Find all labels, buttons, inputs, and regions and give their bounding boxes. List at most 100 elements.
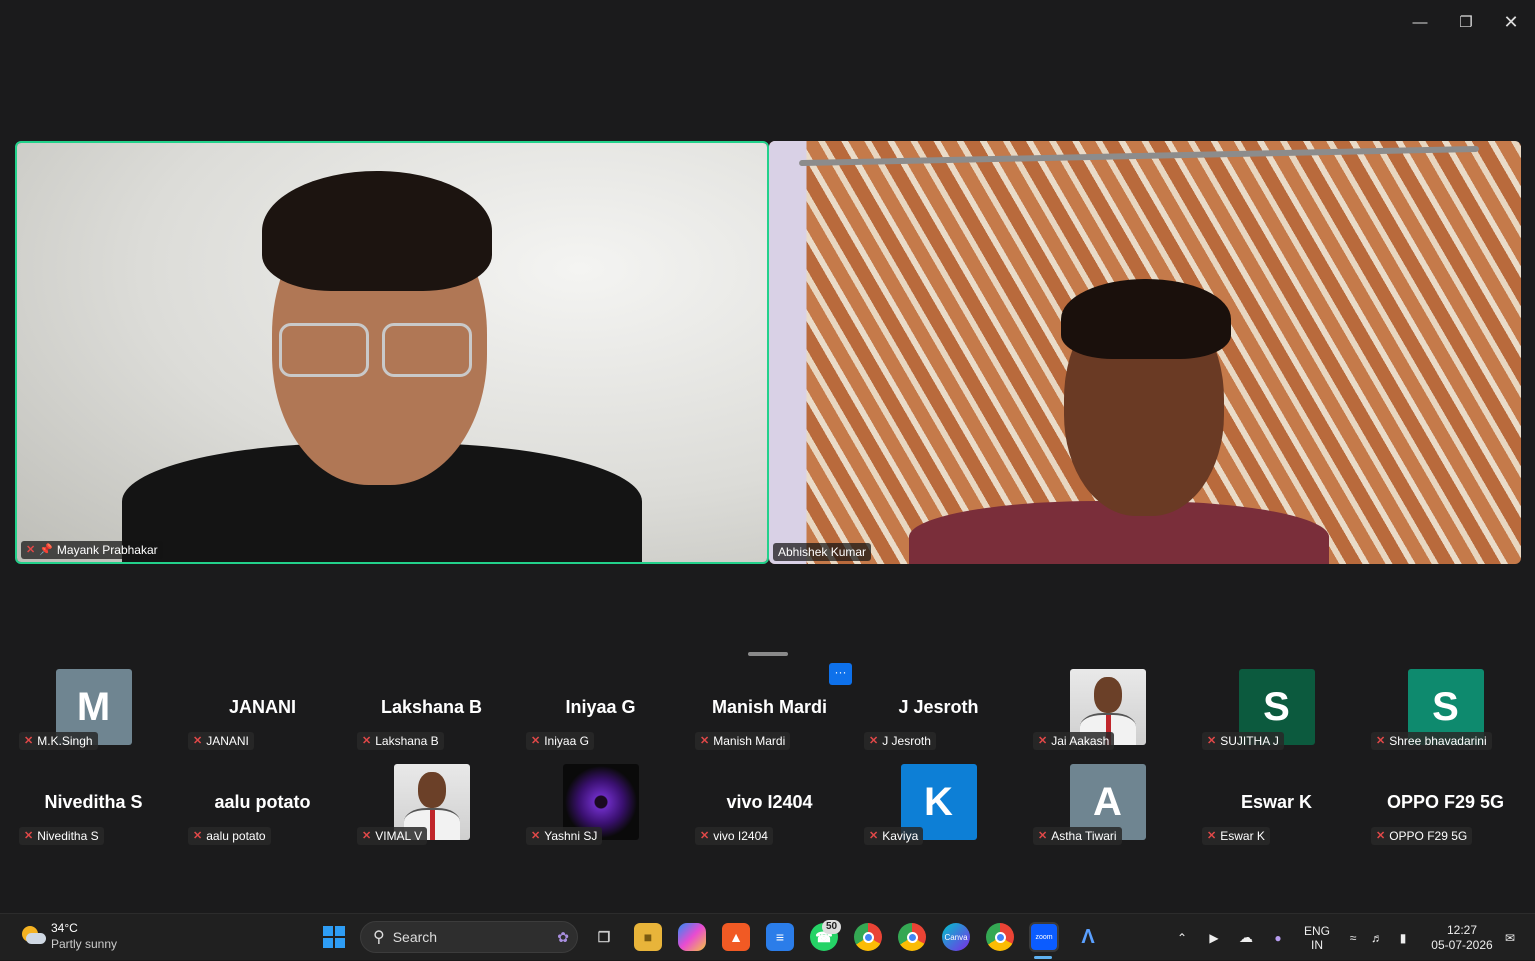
search-label: Search	[392, 929, 438, 945]
tray-app-icon[interactable]: ▶	[1202, 914, 1226, 961]
participant-name-tag: ✕ VIMAL V	[357, 827, 428, 845]
mic-muted-icon: ✕	[1376, 735, 1386, 747]
participant-name-tag: ✕ Astha Tiwari	[1033, 827, 1122, 845]
mic-muted-icon: ✕	[1038, 735, 1048, 747]
copilot-icon[interactable]	[678, 923, 706, 951]
chrome-profile-3-icon[interactable]	[986, 923, 1014, 951]
speaker-name: Mayank Prabhakar	[56, 543, 158, 557]
gallery-resize-handle[interactable]	[748, 652, 788, 656]
video-tile-mayank[interactable]: ✕ 📌 Mayank Prabhakar	[15, 141, 769, 564]
participant-name-tag: ✕ Niveditha S	[19, 827, 104, 845]
participant-name-tag: ✕ JANANI	[188, 732, 254, 750]
mic-muted-icon: ✕	[24, 830, 34, 842]
weather-desc[interactable]: Partly sunny	[51, 937, 117, 951]
search-icon: ⚲	[373, 929, 385, 946]
clock-date: 05-07-2026	[1431, 937, 1493, 952]
participant-name: VIMAL V	[375, 829, 423, 843]
mic-muted-icon: ✕	[869, 735, 879, 747]
taskbar-search[interactable]: ⚲ Search ✿	[360, 921, 578, 953]
participant-tile[interactable]: Manish Mardi ✕ Manish Mardi	[685, 668, 854, 761]
participant-name-tag: ✕ Iniyaa G	[526, 732, 594, 750]
participant-tile[interactable]: Niveditha S ✕ Niveditha S	[9, 763, 178, 856]
participant-name-tag: ✕ M.K.Singh	[19, 732, 98, 750]
participant-name-tag: ✕ J Jesroth	[864, 732, 936, 750]
mic-muted-icon: ✕	[362, 830, 372, 842]
brave-browser-icon[interactable]: ▲	[722, 923, 750, 951]
speaker-name-tag: ✕ 📌 Mayank Prabhakar	[21, 541, 163, 559]
region-code: IN	[1311, 937, 1323, 952]
participant-name: OPPO F29 5G	[1389, 829, 1468, 843]
whatsapp-badge: 50	[822, 920, 842, 934]
participant-tile[interactable]: A ✕ Astha Tiwari	[1023, 763, 1192, 856]
notepad-icon[interactable]: ≡	[766, 923, 794, 951]
participant-name-tag: ✕ Manish Mardi	[695, 732, 791, 750]
participant-tile[interactable]: OPPO F29 5G ✕ OPPO F29 5G	[1361, 763, 1530, 856]
participant-name: Yashni SJ	[544, 829, 598, 843]
file-explorer-icon[interactable]: ■	[634, 923, 662, 951]
show-hidden-icons-icon[interactable]: ⌃	[1170, 914, 1194, 961]
participant-tile[interactable]: Eswar K ✕ Eswar K	[1192, 763, 1361, 856]
volume-icon[interactable]: ♬	[1366, 914, 1388, 961]
participant-tile[interactable]: ✕ Yashni SJ	[516, 763, 685, 856]
participant-name: M.K.Singh	[37, 734, 93, 748]
clock-time: 12:27	[1446, 922, 1478, 937]
participant-name: JANANI	[206, 734, 249, 748]
restore-icon[interactable]: ❐	[1452, 10, 1480, 34]
mic-muted-icon: ✕	[700, 830, 710, 842]
language-code: ENG	[1303, 923, 1330, 938]
onedrive-cloud-icon[interactable]: ☁	[1234, 914, 1258, 961]
wifi-icon[interactable]: ≈	[1342, 914, 1364, 961]
mic-muted-icon: ✕	[869, 830, 879, 842]
participant-tile[interactable]: aalu potato ✕ aalu potato	[178, 763, 347, 856]
participant-tile[interactable]: ✕ Jai Aakash	[1023, 668, 1192, 761]
mic-muted-icon: ✕	[193, 830, 203, 842]
participant-name: Eswar K	[1220, 829, 1265, 843]
participant-name: Iniyaa G	[544, 734, 589, 748]
mic-muted-icon: ✕	[531, 735, 541, 747]
weather-temp[interactable]: 34°C	[51, 921, 78, 935]
participant-name-tag: ✕ vivo I2404	[695, 827, 773, 845]
app-a-icon[interactable]: Λ	[1074, 923, 1102, 951]
participant-tile[interactable]: S ✕ Shree bhavadarini	[1361, 668, 1530, 761]
battery-icon[interactable]: ▮	[1392, 914, 1414, 961]
chrome-profile-2-icon[interactable]	[898, 923, 926, 951]
participant-tile[interactable]: Iniyaa G ✕ Iniyaa G	[516, 668, 685, 761]
participant-name: Manish Mardi	[713, 734, 786, 748]
canva-icon[interactable]: Canva	[942, 923, 970, 951]
video-tile-abhishek[interactable]: Abhishek Kumar	[769, 141, 1521, 564]
glasses-left	[279, 323, 369, 377]
participant-tile[interactable]: J Jesroth ✕ J Jesroth	[854, 668, 1023, 761]
close-icon[interactable]: ✕	[1497, 10, 1525, 34]
participant-tile[interactable]: M ✕ M.K.Singh	[9, 668, 178, 761]
chrome-profile-1-icon[interactable]	[854, 923, 882, 951]
participant-tile[interactable]: ✕ VIMAL V	[347, 763, 516, 856]
speaker-name: Abhishek Kumar	[778, 545, 867, 559]
zoom-app-icon[interactable]: zoom	[1029, 922, 1059, 952]
mic-muted-icon: ✕	[1038, 830, 1048, 842]
participant-name-tag: ✕ Kaviya	[864, 827, 924, 845]
participant-name: Jai Aakash	[1051, 734, 1110, 748]
windows-taskbar: 34°C Partly sunny ⚲ Search ✿ ❐ ■ ▲ ≡ ☎ 5…	[0, 913, 1535, 960]
microphone-icon[interactable]: ●	[1266, 914, 1290, 961]
minimize-icon[interactable]: —	[1406, 10, 1434, 34]
windows-start-icon[interactable]	[320, 923, 348, 951]
weather-icon[interactable]	[20, 922, 46, 948]
participant-tile[interactable]: S ✕ SUJITHA J	[1192, 668, 1361, 761]
participant-tile[interactable]: JANANI ✕ JANANI	[178, 668, 347, 761]
language-indicator[interactable]: ENG IN	[1298, 914, 1336, 961]
participant-tile[interactable]: Lakshana B ✕ Lakshana B	[347, 668, 516, 761]
participant-tile[interactable]: vivo I2404 ✕ vivo I2404	[685, 763, 854, 856]
participant-name-tag: ✕ Eswar K	[1202, 827, 1270, 845]
person-hair	[262, 171, 492, 291]
clock[interactable]: 12:27 05-07-2026	[1426, 914, 1498, 961]
task-view-icon[interactable]: ❐	[590, 923, 618, 951]
participant-name: J Jesroth	[882, 734, 931, 748]
participant-name: Astha Tiwari	[1051, 829, 1117, 843]
notifications-icon[interactable]: ✉	[1500, 914, 1520, 961]
glasses-right	[382, 323, 472, 377]
participant-name-tag: ✕ SUJITHA J	[1202, 732, 1284, 750]
mic-muted-icon: ✕	[193, 735, 203, 747]
speaker-name-tag: Abhishek Kumar	[773, 543, 872, 561]
participant-name-tag: ✕ aalu potato	[188, 827, 271, 845]
participant-tile[interactable]: K ✕ Kaviya	[854, 763, 1023, 856]
